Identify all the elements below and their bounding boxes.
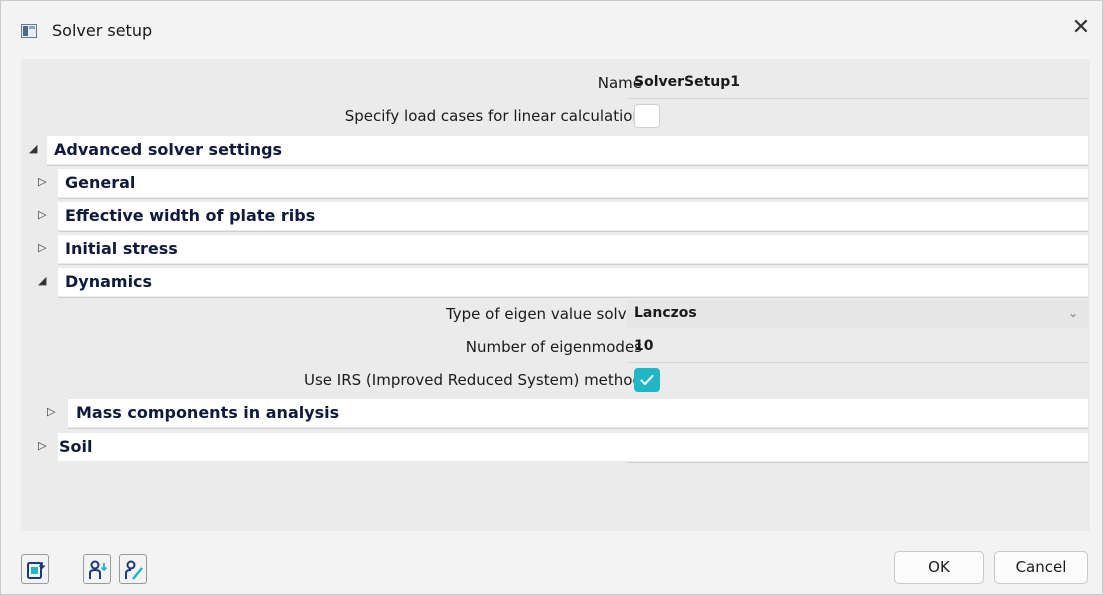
ok-button[interactable]: OK: [894, 551, 984, 584]
group-title: Initial stress: [65, 239, 178, 258]
group-title: Effective width of plate ribs: [65, 206, 316, 225]
chevron-down-icon[interactable]: ⌄: [1068, 306, 1078, 320]
num-eigenmodes-label: Number of eigenmodes: [465, 338, 642, 356]
expand-icon[interactable]: ▷: [47, 405, 55, 418]
expand-icon[interactable]: ▷: [38, 175, 46, 188]
eigen-solver-label: Type of eigen value solver: [445, 305, 642, 323]
window-title: Solver setup: [52, 21, 153, 40]
group-title: General: [65, 173, 136, 192]
eigen-solver-value: Lanczos: [634, 305, 697, 321]
user-edit-icon: [125, 560, 143, 580]
num-eigenmodes-row: Number of eigenmodes 10: [21, 331, 1090, 363]
add-user-button[interactable]: [83, 554, 111, 584]
irs-checkbox[interactable]: [634, 368, 660, 392]
group-soil[interactable]: ▷ Soil: [21, 431, 1090, 463]
checkmark-icon: [640, 375, 654, 385]
export-button[interactable]: [21, 554, 49, 584]
group-title: Mass components in analysis: [76, 403, 340, 422]
specify-load-cases-label: Specify load cases for linear calculatio…: [344, 107, 642, 125]
property-grid: Name SolverSetup1 Specify load cases for…: [21, 59, 1090, 531]
collapse-icon[interactable]: ◢: [29, 142, 37, 155]
app-window-icon: [21, 24, 37, 38]
name-row: Name SolverSetup1: [21, 67, 1090, 99]
group-effective-width[interactable]: ▷ Effective width of plate ribs: [21, 200, 1090, 232]
eigen-solver-row: Type of eigen value solver Lanczos ⌄: [21, 298, 1090, 330]
group-title: Dynamics: [65, 272, 153, 291]
expand-icon[interactable]: ▷: [38, 439, 46, 452]
group-advanced-solver-settings[interactable]: ◢ Advanced solver settings: [21, 134, 1090, 166]
name-value: SolverSetup1: [634, 74, 741, 90]
group-mass-components[interactable]: ▷ Mass components in analysis: [21, 397, 1090, 429]
group-title: Soil: [59, 437, 93, 456]
num-eigenmodes-value: 10: [634, 338, 654, 354]
collapse-icon[interactable]: ◢: [38, 274, 46, 287]
specify-load-cases-row: Specify load cases for linear calculatio…: [21, 100, 1090, 132]
group-title: Advanced solver settings: [54, 140, 283, 159]
specify-load-cases-checkbox[interactable]: [634, 104, 660, 128]
eigen-solver-select[interactable]: Lanczos ⌄: [627, 300, 1088, 328]
group-dynamics[interactable]: ◢ Dynamics: [21, 266, 1090, 298]
user-add-icon: [89, 560, 108, 579]
close-button[interactable]: ✕: [1064, 11, 1098, 45]
name-field[interactable]: SolverSetup1: [627, 70, 1088, 96]
irs-row: Use IRS (Improved Reduced System) method: [21, 364, 1090, 396]
solver-setup-dialog: Solver setup ✕ Name SolverSetup1 Specify…: [0, 0, 1103, 595]
title-bar: Solver setup ✕: [1, 1, 1102, 53]
expand-icon[interactable]: ▷: [38, 241, 46, 254]
group-initial-stress[interactable]: ▷ Initial stress: [21, 233, 1090, 265]
num-eigenmodes-field[interactable]: 10: [627, 334, 1088, 360]
edit-user-button[interactable]: [119, 554, 147, 584]
cancel-button[interactable]: Cancel: [994, 551, 1088, 584]
export-icon: [27, 562, 46, 579]
irs-label: Use IRS (Improved Reduced System) method: [304, 371, 642, 389]
expand-icon[interactable]: ▷: [38, 208, 46, 221]
group-general[interactable]: ▷ General: [21, 167, 1090, 199]
